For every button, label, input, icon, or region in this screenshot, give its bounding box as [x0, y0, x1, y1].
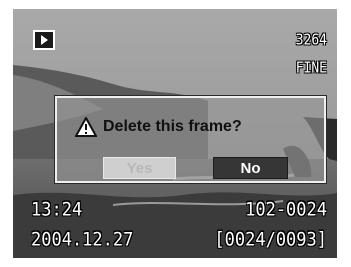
dialog-message: Delete this frame?: [103, 118, 242, 135]
image-size-readout: 3264: [295, 31, 327, 50]
yes-button[interactable]: Yes: [103, 157, 176, 179]
folder-file-number: 102-0024: [245, 198, 327, 221]
warning-icon: [75, 117, 97, 137]
image-quality-readout: FINE: [295, 59, 327, 78]
date-readout: 2004.12.27: [31, 228, 134, 251]
playback-mode-icon: [33, 30, 55, 50]
no-button[interactable]: No: [213, 157, 288, 179]
camera-lcd-screen: 3264 FINE Delete this frame? Yes No 13:2…: [13, 9, 337, 258]
playback-icon: [41, 35, 48, 45]
time-readout: 13:24: [31, 198, 83, 221]
frame-counter: [0024/0093]: [214, 228, 327, 251]
dialog-title: Delete this frame?: [75, 117, 242, 137]
delete-confirmation-dialog: Delete this frame? Yes No: [54, 95, 327, 184]
